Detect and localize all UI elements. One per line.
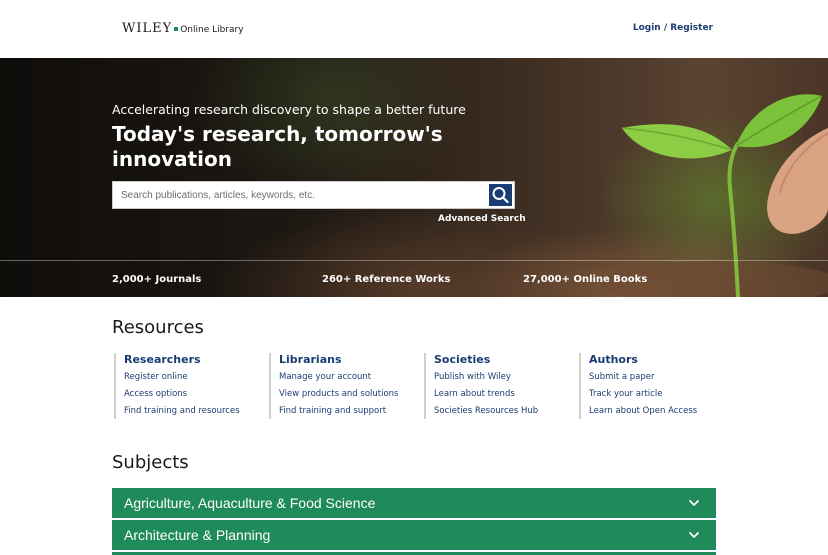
subject-accordion-agriculture[interactable]: Agriculture, Aquaculture & Food Science <box>112 488 716 518</box>
stat-online-books[interactable]: 27,000+ Online Books <box>523 274 647 285</box>
advanced-search-link[interactable]: Advanced Search <box>438 214 526 224</box>
logo-subtitle: Online Library <box>180 25 244 35</box>
hero-title: Today's research, tomorrow's innovation <box>112 122 443 171</box>
stat-journals[interactable]: 2,000+ Journals <box>112 274 201 285</box>
resources-col-librarians: Librarians Manage your account View prod… <box>269 353 398 419</box>
authors-heading-link[interactable]: Authors <box>589 353 697 366</box>
submit-paper-link[interactable]: Submit a paper <box>589 372 697 382</box>
societies-heading-link[interactable]: Societies <box>434 353 538 366</box>
chevron-down-icon <box>689 532 699 538</box>
seedling-image <box>600 94 828 297</box>
site-header: WILEY Online Library Login / Register <box>0 0 828 58</box>
societies-hub-link[interactable]: Societies Resources Hub <box>434 406 538 416</box>
search-button[interactable] <box>488 183 513 207</box>
register-online-link[interactable]: Register online <box>124 372 240 382</box>
stat-reference-works[interactable]: 260+ Reference Works <box>322 274 450 285</box>
researchers-heading-link[interactable]: Researchers <box>124 353 240 366</box>
resources-heading: Resources <box>112 317 204 338</box>
search-bar <box>112 181 515 209</box>
find-training-resources-link[interactable]: Find training and resources <box>124 406 240 416</box>
learn-trends-link[interactable]: Learn about trends <box>434 389 538 399</box>
hero-banner: Accelerating research discovery to shape… <box>0 58 828 297</box>
subjects-heading: Subjects <box>112 452 189 473</box>
publish-with-wiley-link[interactable]: Publish with Wiley <box>434 372 538 382</box>
access-options-link[interactable]: Access options <box>124 389 240 399</box>
logo-dot-icon <box>174 27 179 31</box>
open-access-link[interactable]: Learn about Open Access <box>589 406 697 416</box>
resources-col-authors: Authors Submit a paper Track your articl… <box>579 353 697 419</box>
chevron-down-icon <box>689 500 699 506</box>
resources-col-societies: Societies Publish with Wiley Learn about… <box>424 353 538 419</box>
search-input[interactable] <box>113 182 488 208</box>
manage-account-link[interactable]: Manage your account <box>279 372 398 382</box>
search-icon <box>492 187 509 204</box>
subject-label: Architecture & Planning <box>124 527 271 543</box>
hero-divider <box>0 260 828 261</box>
login-register-link[interactable]: Login / Register <box>633 23 713 33</box>
logo-brand: WILEY <box>122 21 173 36</box>
wiley-logo[interactable]: WILEY Online Library <box>122 21 244 36</box>
subject-label: Agriculture, Aquaculture & Food Science <box>124 495 376 511</box>
find-training-support-link[interactable]: Find training and support <box>279 406 398 416</box>
subject-accordion-architecture[interactable]: Architecture & Planning <box>112 520 716 550</box>
librarians-heading-link[interactable]: Librarians <box>279 353 398 366</box>
track-article-link[interactable]: Track your article <box>589 389 697 399</box>
resources-col-researchers: Researchers Register online Access optio… <box>114 353 240 419</box>
hero-subtitle: Accelerating research discovery to shape… <box>112 102 466 117</box>
view-products-link[interactable]: View products and solutions <box>279 389 398 399</box>
